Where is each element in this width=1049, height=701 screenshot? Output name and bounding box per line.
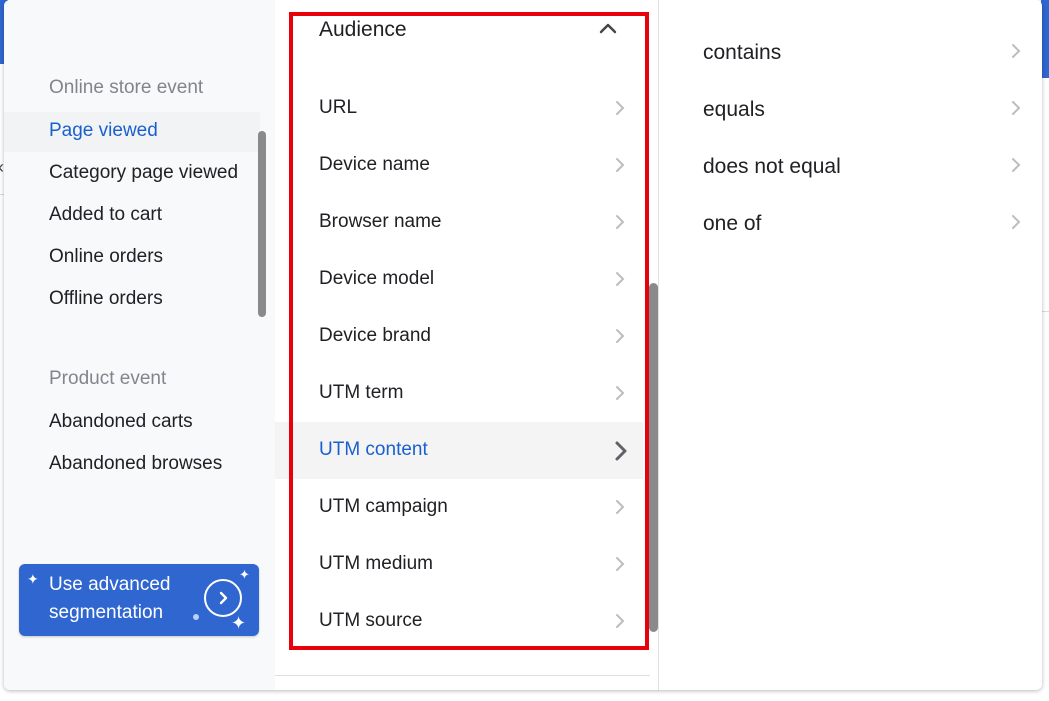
operator-panel: contains equals does not equal one of	[659, 0, 1042, 690]
chevron-right-icon	[1012, 101, 1021, 115]
left-item-category-page-viewed[interactable]: Category page viewed	[49, 162, 238, 184]
chevron-right-icon	[616, 386, 625, 400]
background-header-bar-right	[1041, 0, 1049, 78]
sparkle-icon: ✦	[231, 613, 247, 633]
divider	[275, 675, 650, 676]
attribute-label: Browser name	[319, 211, 442, 232]
chevron-right-icon	[615, 441, 627, 461]
sparkle-icon: ✦	[27, 571, 39, 587]
middle-scrollbar[interactable]	[649, 283, 658, 632]
chevron-right-icon	[1012, 158, 1021, 172]
use-advanced-segmentation-button[interactable]: ✦ Use advanced segmentation ✦ ✦	[19, 564, 259, 636]
left-item-abandoned-browses[interactable]: Abandoned browses	[49, 453, 222, 475]
attribute-label: UTM term	[319, 382, 404, 403]
attribute-label: UTM campaign	[319, 496, 448, 517]
operator-item-does-not-equal[interactable]: does not equal	[659, 138, 1039, 194]
attribute-item-url[interactable]: URL	[275, 80, 643, 137]
attribute-item-device-model[interactable]: Device model	[275, 251, 643, 308]
chevron-right-icon	[616, 500, 625, 514]
chevron-right-circle-icon	[204, 579, 242, 617]
left-item-page-viewed[interactable]: Page viewed	[49, 120, 158, 142]
attribute-label: URL	[319, 97, 358, 118]
chevron-right-icon	[1012, 44, 1021, 58]
attribute-item-utm-content[interactable]: UTM content	[275, 422, 643, 479]
attribute-item-utm-campaign[interactable]: UTM campaign	[275, 479, 643, 536]
left-scrollbar[interactable]	[258, 131, 266, 317]
left-item-abandoned-carts[interactable]: Abandoned carts	[49, 411, 193, 433]
chevron-right-icon	[616, 215, 625, 229]
operator-label: one of	[703, 212, 762, 235]
attribute-item-utm-term[interactable]: UTM term	[275, 365, 643, 422]
operator-label: contains	[703, 41, 782, 64]
sparkle-icon: ✦	[239, 567, 250, 582]
left-item-added-to-cart[interactable]: Added to cart	[49, 204, 162, 226]
advanced-segmentation-label: Use advanced segmentation	[49, 574, 171, 623]
chevron-left-icon[interactable]: ‹	[0, 158, 4, 176]
attribute-label: UTM source	[319, 610, 423, 631]
attribute-label: UTM medium	[319, 553, 434, 574]
chevron-up-icon[interactable]	[597, 18, 619, 40]
chevron-right-icon	[616, 101, 625, 115]
chevron-right-icon	[1012, 215, 1021, 229]
attribute-label: Device model	[319, 268, 435, 289]
chevron-right-icon	[616, 557, 625, 571]
attribute-item-device-name[interactable]: Device name	[275, 137, 643, 194]
chevron-right-icon	[616, 272, 625, 286]
audience-header: Audience	[319, 18, 407, 41]
attribute-label: UTM content	[319, 439, 428, 460]
operator-item-equals[interactable]: equals	[659, 81, 1039, 137]
operator-item-contains[interactable]: contains	[659, 24, 1039, 80]
online-store-event-header: Online store event	[49, 77, 204, 98]
attribute-item-utm-medium[interactable]: UTM medium	[275, 536, 643, 593]
audience-attribute-panel: Audience URL Device name Browser name De…	[275, 0, 659, 690]
product-event-header: Product event	[49, 368, 167, 389]
segment-filter-popup: Online store event Page viewed Category …	[4, 0, 1042, 690]
left-item-online-orders[interactable]: Online orders	[49, 246, 163, 268]
attribute-item-utm-source[interactable]: UTM source	[275, 593, 643, 650]
attribute-item-device-brand[interactable]: Device brand	[275, 308, 643, 365]
chevron-right-icon	[616, 329, 625, 343]
chevron-right-icon	[616, 158, 625, 172]
chevron-right-icon	[616, 614, 625, 628]
attribute-label: Device name	[319, 154, 430, 175]
attribute-item-browser-name[interactable]: Browser name	[275, 194, 643, 251]
sparkle-dot	[193, 614, 199, 620]
event-category-panel: Online store event Page viewed Category …	[4, 0, 275, 690]
operator-item-one-of[interactable]: one of	[659, 195, 1039, 251]
attribute-label: Device brand	[319, 325, 431, 346]
operator-label: does not equal	[703, 155, 841, 178]
operator-label: equals	[703, 98, 765, 121]
left-item-offline-orders[interactable]: Offline orders	[49, 288, 163, 310]
background-divider-right	[1041, 311, 1049, 312]
